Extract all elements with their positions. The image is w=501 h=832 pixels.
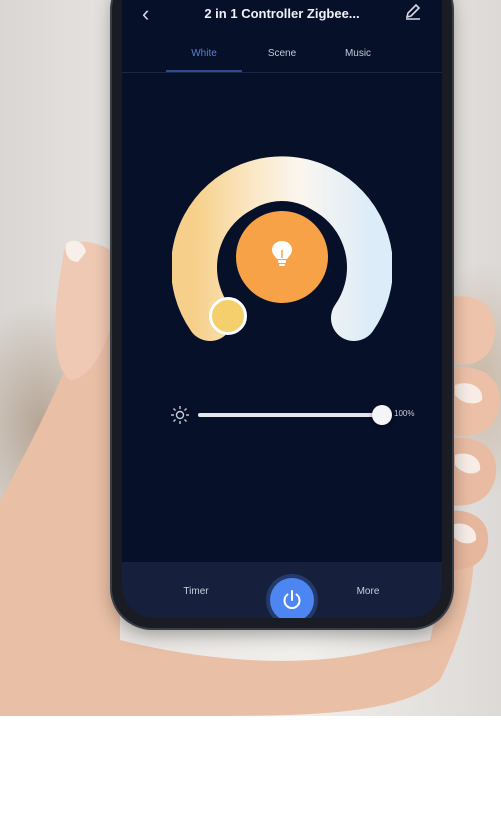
- power-icon: [283, 590, 301, 609]
- phone-device: ‹ 2 in 1 Controller Zigbee... White Scen…: [112, 0, 452, 628]
- light-toggle-button[interactable]: [236, 211, 328, 303]
- more-button[interactable]: More: [328, 586, 408, 597]
- lightbulb-icon: [272, 241, 292, 266]
- tab-white[interactable]: White: [164, 48, 244, 59]
- pencil-icon[interactable]: [404, 2, 422, 20]
- page-title: 2 in 1 Controller Zigbee...: [204, 6, 360, 21]
- chevron-left-icon[interactable]: ‹: [142, 3, 149, 25]
- active-tab-indicator: [166, 70, 242, 72]
- app-header: ‹ 2 in 1 Controller Zigbee...: [122, 0, 442, 34]
- timer-button[interactable]: Timer: [156, 586, 236, 597]
- brightness-value: 100%: [394, 409, 415, 418]
- brightness-slider[interactable]: [198, 413, 382, 417]
- power-button[interactable]: [270, 578, 314, 618]
- mode-tabs: White Scene Music: [122, 40, 442, 73]
- app-screen: ‹ 2 in 1 Controller Zigbee... White Scen…: [122, 0, 442, 618]
- brightness-slider-fill: [198, 413, 382, 417]
- brightness-slider-thumb[interactable]: [372, 405, 392, 425]
- tab-music[interactable]: Music: [318, 48, 398, 59]
- brightness-control: 100%: [122, 400, 442, 430]
- page-bottom-whitespace: [0, 716, 501, 832]
- sun-icon: [171, 406, 189, 424]
- color-temperature-knob[interactable]: [209, 297, 247, 335]
- photo-scene: ‹ 2 in 1 Controller Zigbee... White Scen…: [0, 0, 501, 716]
- tab-scene[interactable]: Scene: [242, 48, 322, 59]
